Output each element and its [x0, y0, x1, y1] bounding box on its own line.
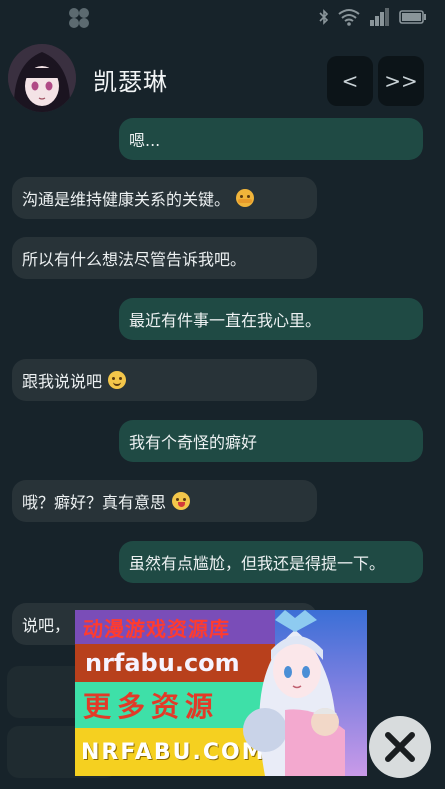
message-bubble: 跟我说说吧	[12, 359, 317, 401]
message-bubble: 我有个奇怪的癖好	[119, 420, 423, 462]
signal-icon	[370, 8, 389, 26]
message-text: 嗯...	[129, 131, 161, 150]
battery-icon	[399, 10, 426, 24]
avatar[interactable]	[8, 44, 76, 112]
message-bubble: 沟通是维持健康关系的关键。	[12, 177, 317, 219]
previous-button[interactable]: <	[327, 56, 373, 106]
message-bubble: 最近有件事一直在我心里。	[119, 298, 423, 340]
message-text: 所以有什么想法尽管告诉我吧。	[22, 250, 247, 269]
anime-girl-illustration-icon	[243, 610, 345, 776]
message-text: 最近有件事一直在我心里。	[129, 311, 322, 330]
close-icon	[385, 732, 415, 762]
close-ad-button[interactable]	[369, 716, 431, 778]
next-button[interactable]: >>	[378, 56, 424, 106]
message-text: 虽然有点尴尬，但我还是得提一下。	[129, 554, 386, 573]
message-bubble: 虽然有点尴尬，但我还是得提一下。	[119, 541, 423, 583]
message-bubble: 所以有什么想法尽管告诉我吧。	[12, 237, 317, 279]
wifi-icon	[338, 9, 360, 26]
message-text: 我有个奇怪的癖好	[129, 433, 258, 452]
bluetooth-icon	[319, 9, 329, 25]
message-bubble: 哦？癖好？真有意思	[12, 480, 317, 522]
app-notification-icon	[69, 8, 89, 28]
status-bar	[0, 0, 445, 38]
message-bubble: 嗯...	[119, 118, 423, 160]
ad-banner[interactable]: 动漫游戏资源库 nrfabu.com 更多资源 NRFABU.COM	[75, 610, 367, 776]
chat-header: 凯瑟琳 < >>	[0, 38, 445, 118]
message-text: 说吧，	[22, 616, 71, 635]
slightly-smiling-emoji-icon	[108, 371, 127, 389]
hugging-face-emoji-icon	[236, 189, 255, 207]
message-text: 哦？癖好？真有意思	[22, 493, 167, 512]
message-text: 沟通是维持健康关系的关键。	[22, 190, 231, 209]
character-name: 凯瑟琳	[93, 68, 168, 96]
winking-tongue-emoji-icon	[172, 492, 191, 510]
message-text: 跟我说说吧	[22, 372, 103, 391]
